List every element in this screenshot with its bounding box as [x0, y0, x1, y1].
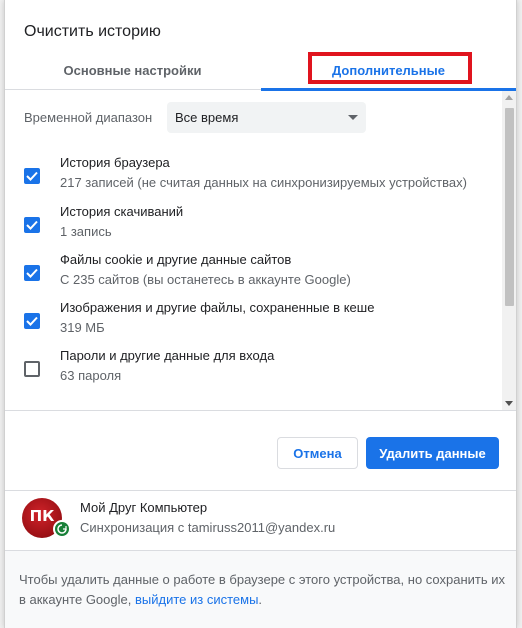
annotation-highlight-box: [308, 52, 472, 84]
check-icon: [26, 171, 38, 181]
item-subtitle: 63 пароля: [60, 368, 122, 383]
scrollbar-thumb[interactable]: [505, 108, 514, 306]
checkbox-passwords[interactable]: [24, 361, 40, 377]
time-range-value: Все время: [175, 110, 239, 125]
item-title: История браузера: [60, 155, 170, 170]
list-item-download-history[interactable]: История скачиваний 1 запись: [5, 204, 495, 252]
check-icon: [26, 316, 38, 326]
options-scroll-area[interactable]: Временной диапазон Все время История бра…: [5, 91, 516, 411]
sync-icon: [53, 520, 71, 538]
dialog-footer: Чтобы удалить данные о работе в браузере…: [5, 551, 516, 628]
list-item-cookies[interactable]: Файлы cookie и другие данные сайтов С 23…: [5, 252, 495, 300]
time-range-select[interactable]: Все время: [167, 102, 366, 133]
item-title: Пароли и другие данные для входа: [60, 348, 275, 363]
item-title: Файлы cookie и другие данные сайтов: [60, 252, 292, 267]
cancel-button[interactable]: Отмена: [277, 437, 358, 469]
footer-text: Чтобы удалить данные о работе в браузере…: [19, 570, 509, 610]
item-subtitle: 1 запись: [60, 224, 112, 239]
item-subtitle: С 235 сайтов (вы останетесь в аккаунте G…: [60, 272, 351, 287]
checkbox-cache[interactable]: [24, 313, 40, 329]
avatar-logo-text: ПК: [29, 507, 55, 525]
check-icon: [26, 220, 38, 230]
clear-history-dialog: Очистить историю Основные настройки Допо…: [4, 0, 517, 628]
vertical-scrollbar[interactable]: [502, 91, 516, 410]
time-range-label: Временной диапазон: [24, 110, 153, 125]
list-item-passwords[interactable]: Пароли и другие данные для входа 63 паро…: [5, 348, 495, 396]
dialog-title: Очистить историю: [24, 23, 161, 40]
item-subtitle: 319 МБ: [60, 320, 105, 335]
chevron-down-icon: [348, 115, 358, 120]
list-item-browser-history[interactable]: История браузера 217 записей (не считая …: [5, 155, 495, 203]
tab-bar: Основные настройки Дополнительные: [5, 50, 516, 91]
item-title: История скачиваний: [60, 204, 184, 219]
tab-label: Основные настройки: [63, 62, 202, 78]
tab-basic-settings[interactable]: Основные настройки: [5, 50, 260, 90]
scroll-down-arrow-icon[interactable]: [505, 401, 513, 406]
list-item-cache[interactable]: Изображения и другие файлы, сохраненные …: [5, 300, 495, 348]
check-icon: [26, 268, 38, 278]
sign-out-link[interactable]: выйдите из системы: [135, 592, 258, 607]
delete-data-button[interactable]: Удалить данные: [366, 437, 499, 469]
account-name: Мой Друг Компьютер: [80, 500, 208, 515]
footer-text-end: .: [258, 592, 263, 607]
checkbox-browser-history[interactable]: [24, 168, 40, 184]
item-title: Изображения и другие файлы, сохраненные …: [60, 300, 375, 315]
scroll-up-arrow-icon[interactable]: [505, 95, 513, 100]
checkbox-cookies[interactable]: [24, 265, 40, 281]
item-subtitle: 217 записей (не считая данных на синхрон…: [60, 175, 467, 190]
divider: [5, 490, 516, 491]
checkbox-download-history[interactable]: [24, 217, 40, 233]
account-sync-status: Синхронизация с tamiruss2011@yandex.ru: [80, 520, 336, 535]
